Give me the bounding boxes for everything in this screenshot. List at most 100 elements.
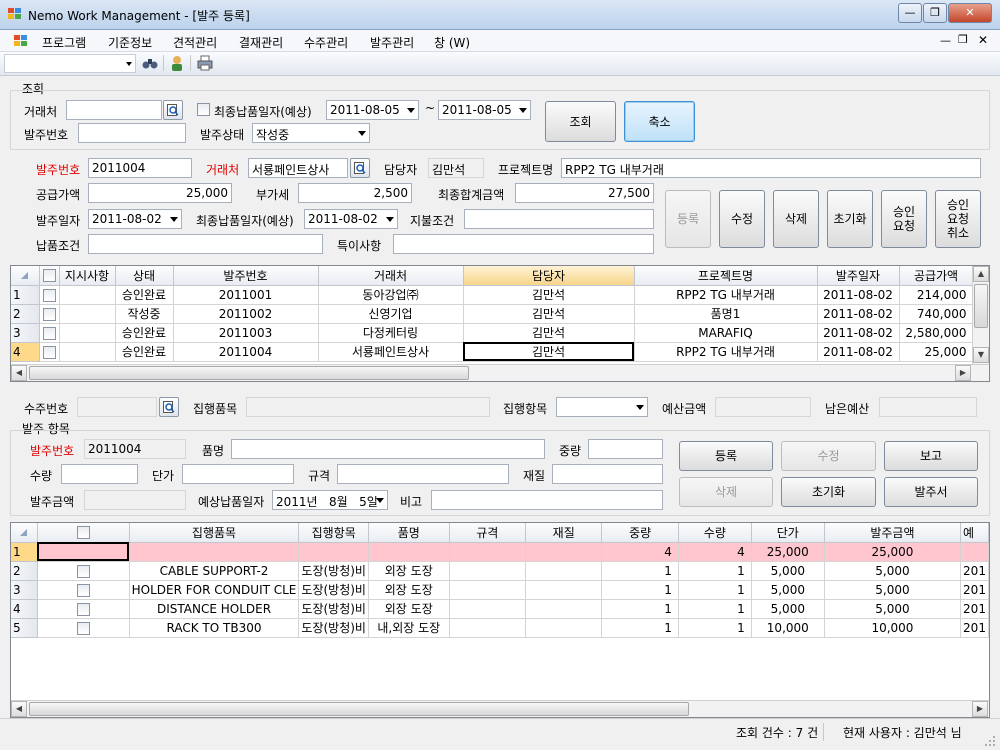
scroll-thumb[interactable] bbox=[29, 702, 689, 716]
unit-price-cell[interactable]: 10,000 bbox=[751, 618, 825, 638]
column-header[interactable]: 프로젝트명 bbox=[634, 266, 818, 286]
unit-price-cell[interactable]: 5,000 bbox=[751, 599, 825, 619]
row-checkbox[interactable] bbox=[76, 564, 90, 578]
column-header[interactable]: 예 bbox=[960, 523, 989, 543]
row-checkbox-cell[interactable] bbox=[37, 542, 130, 562]
exec-item-cell[interactable]: HOLDER FOR CONDUIT CLE bbox=[129, 580, 300, 600]
item-reset-button[interactable]: 초기화 bbox=[781, 477, 876, 507]
material-cell[interactable] bbox=[525, 618, 603, 638]
exec-category-cell[interactable]: 도장(방청)비 bbox=[298, 618, 369, 638]
item-name-cell[interactable]: 외장 도장 bbox=[368, 580, 450, 600]
table-row[interactable]: 4 DISTANCE HOLDER 도장(방청)비 외장 도장 1 1 5,00… bbox=[11, 599, 989, 619]
scroll-up-icon[interactable]: ▲ bbox=[973, 266, 989, 282]
project-input[interactable]: RPP2 TG 내부거래 bbox=[561, 158, 981, 178]
expected-date-cell[interactable]: 201 bbox=[960, 561, 989, 581]
minimize-button[interactable]: — bbox=[898, 3, 922, 23]
close-button[interactable]: ✕ bbox=[948, 3, 992, 23]
column-header[interactable]: 규격 bbox=[449, 523, 527, 543]
manager-cell[interactable]: 김만석 bbox=[463, 304, 635, 324]
item-name-cell[interactable]: 외장 도장 bbox=[368, 561, 450, 581]
scroll-left-icon[interactable]: ◀ bbox=[11, 365, 27, 381]
item-edit-button[interactable]: 수정 bbox=[781, 441, 876, 471]
scroll-thumb[interactable] bbox=[974, 284, 988, 328]
spec-cell[interactable] bbox=[449, 561, 527, 581]
printer-icon[interactable] bbox=[197, 55, 213, 71]
row-checkbox-cell[interactable] bbox=[39, 342, 60, 362]
table-row[interactable]: 3 승인완료 2011003 다정케터링 김만석 MARAFIQ 2011-08… bbox=[11, 323, 974, 343]
header-checkbox-cell[interactable] bbox=[39, 266, 60, 286]
column-header[interactable]: 수량 bbox=[678, 523, 752, 543]
row-checkbox[interactable] bbox=[42, 307, 56, 321]
menu-purchase[interactable]: 발주관리 bbox=[370, 34, 414, 51]
row-checkbox-cell[interactable] bbox=[39, 304, 60, 324]
po-number-cell[interactable]: 2011003 bbox=[173, 323, 319, 343]
delete-button[interactable]: 삭제 bbox=[773, 190, 819, 248]
column-header[interactable]: 품명 bbox=[368, 523, 450, 543]
row-number[interactable]: 2 bbox=[11, 561, 38, 581]
column-header[interactable]: 발주일자 bbox=[817, 266, 900, 286]
material-input[interactable] bbox=[552, 464, 663, 484]
qty-cell[interactable]: 1 bbox=[678, 561, 752, 581]
row-number[interactable]: 3 bbox=[11, 323, 40, 343]
po-date-cell[interactable]: 2011-08-02 bbox=[817, 323, 900, 343]
vertical-scrollbar[interactable]: ▲ ▼ bbox=[972, 266, 989, 364]
po-amount-cell[interactable]: 5,000 bbox=[824, 580, 962, 600]
weight-cell[interactable]: 1 bbox=[601, 580, 679, 600]
po-number-cell[interactable]: 2011001 bbox=[173, 285, 319, 305]
total-amount-input[interactable]: 27,500 bbox=[515, 183, 654, 203]
exec-item-cell[interactable]: RACK TO TB300 bbox=[129, 618, 300, 638]
header-checkbox[interactable] bbox=[76, 526, 90, 540]
row-checkbox[interactable] bbox=[76, 602, 90, 616]
weight-cell[interactable]: 1 bbox=[601, 561, 679, 581]
search-button[interactable]: 조회 bbox=[545, 101, 616, 142]
mdi-restore-icon[interactable]: ❐ bbox=[958, 33, 968, 46]
exec-category-cell[interactable]: 도장(방청)비 bbox=[298, 599, 369, 619]
qty-cell[interactable]: 4 bbox=[678, 542, 752, 562]
weight-cell[interactable]: 4 bbox=[601, 542, 679, 562]
reset-button[interactable]: 초기화 bbox=[827, 190, 873, 248]
vendor-cell[interactable]: 동아강업㈜ bbox=[318, 285, 464, 305]
vendor-cell[interactable]: 다정케터링 bbox=[318, 323, 464, 343]
po-date-picker[interactable]: 2011-08-02 bbox=[88, 209, 182, 229]
po-date-cell[interactable]: 2011-08-02 bbox=[817, 304, 900, 324]
payment-terms-input[interactable] bbox=[464, 209, 654, 229]
toolbar-combo[interactable] bbox=[4, 54, 136, 73]
vendor-lookup-button[interactable] bbox=[350, 158, 370, 178]
table-row-selected[interactable]: 4 승인완료 2011004 서룡페인트상사 김만석 RPP2 TG 내부거래 … bbox=[11, 342, 974, 362]
row-number[interactable]: 5 bbox=[11, 618, 38, 638]
column-header[interactable]: 공급가액 bbox=[899, 266, 974, 286]
row-number[interactable]: 1 bbox=[11, 285, 40, 305]
exec-item-cell[interactable] bbox=[129, 542, 300, 562]
po-amount-cell[interactable]: 25,000 bbox=[824, 542, 962, 562]
item-name-cell[interactable]: 내,외장 도장 bbox=[368, 618, 450, 638]
vat-input[interactable]: 2,500 bbox=[298, 183, 412, 203]
po-number-search-input[interactable] bbox=[78, 123, 186, 143]
instruction-cell[interactable] bbox=[59, 304, 116, 324]
po-date-cell[interactable]: 2011-08-02 bbox=[817, 285, 900, 305]
menu-order-receive[interactable]: 수주관리 bbox=[304, 34, 348, 51]
item-name-cell[interactable] bbox=[368, 542, 450, 562]
vendor-search-input[interactable] bbox=[66, 100, 162, 120]
expected-date-cell[interactable]: 201 bbox=[960, 618, 989, 638]
instruction-cell[interactable] bbox=[59, 342, 116, 362]
exec-item-cell[interactable]: CABLE SUPPORT-2 bbox=[129, 561, 300, 581]
remarks-input[interactable] bbox=[393, 234, 654, 254]
menu-program[interactable]: 프로그램 bbox=[42, 34, 86, 51]
item-delete-button[interactable]: 삭제 bbox=[679, 477, 773, 507]
vendor-cell[interactable]: 신영기업 bbox=[318, 304, 464, 324]
row-checkbox[interactable] bbox=[42, 345, 56, 359]
maximize-button[interactable]: ❐ bbox=[923, 3, 947, 23]
material-cell[interactable] bbox=[525, 561, 603, 581]
approval-request-button[interactable]: 승인 요청 bbox=[881, 190, 927, 248]
row-number[interactable]: 4 bbox=[11, 342, 40, 362]
project-cell[interactable]: 품명1 bbox=[634, 304, 818, 324]
qty-cell[interactable]: 1 bbox=[678, 580, 752, 600]
column-header[interactable]: 거래처 bbox=[318, 266, 464, 286]
qty-cell[interactable]: 1 bbox=[678, 618, 752, 638]
row-checkbox-cell[interactable] bbox=[37, 599, 130, 619]
row-checkbox[interactable] bbox=[42, 326, 56, 340]
table-row[interactable]: 1 승인완료 2011001 동아강업㈜ 김만석 RPP2 TG 내부거래 20… bbox=[11, 285, 974, 305]
po-number-cell[interactable]: 2011004 bbox=[173, 342, 319, 362]
final-date-checkbox[interactable] bbox=[197, 103, 210, 116]
status-cell[interactable]: 작성중 bbox=[115, 304, 174, 324]
